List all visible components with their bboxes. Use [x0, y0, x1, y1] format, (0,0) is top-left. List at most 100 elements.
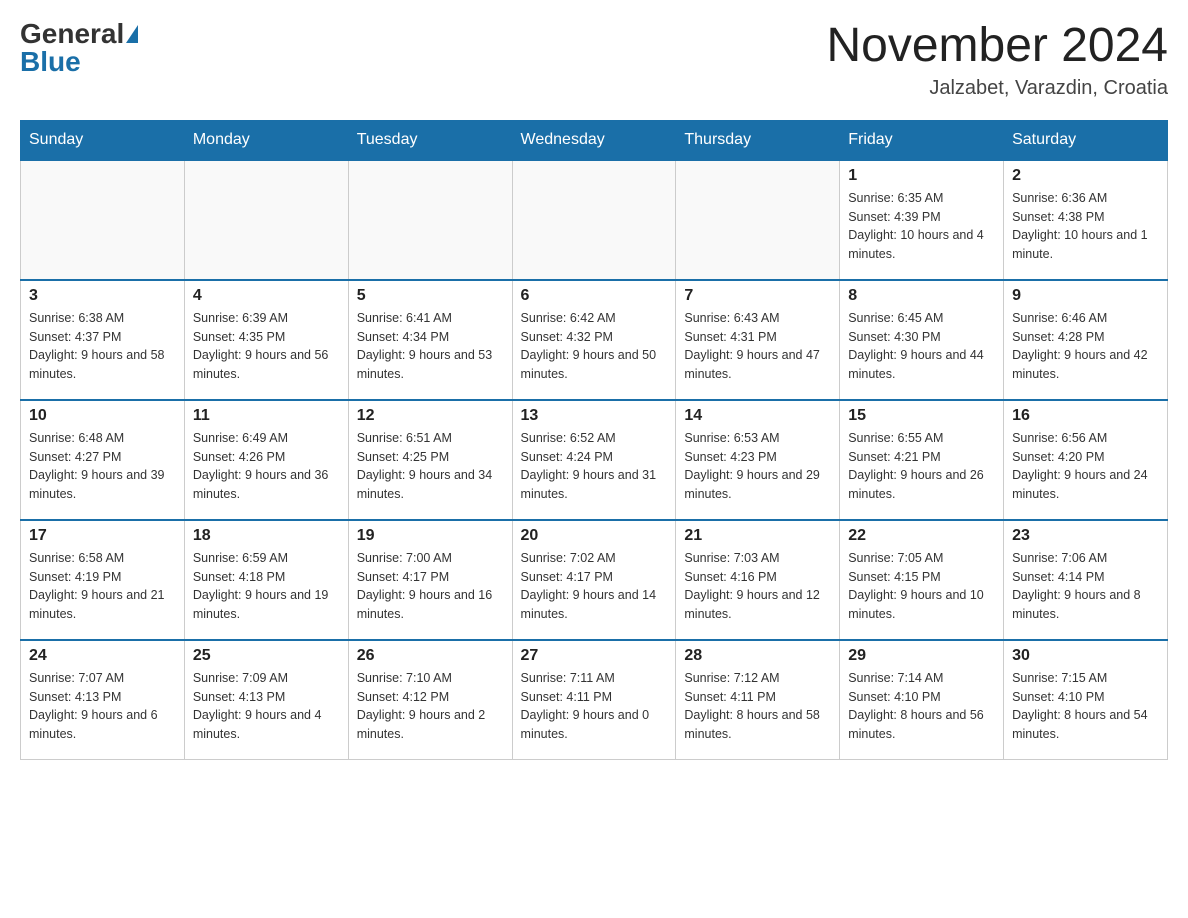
day-info: Sunrise: 7:00 AMSunset: 4:17 PMDaylight:… [357, 551, 493, 621]
calendar-cell-3-7: 16 Sunrise: 6:56 AMSunset: 4:20 PMDaylig… [1004, 400, 1168, 520]
day-number: 11 [193, 407, 340, 425]
day-info: Sunrise: 6:43 AMSunset: 4:31 PMDaylight:… [684, 311, 820, 381]
logo: General Blue [20, 20, 138, 76]
calendar-cell-1-2 [184, 160, 348, 280]
day-info: Sunrise: 7:14 AMSunset: 4:10 PMDaylight:… [848, 671, 984, 741]
calendar-cell-1-3 [348, 160, 512, 280]
week-row-3: 10 Sunrise: 6:48 AMSunset: 4:27 PMDaylig… [21, 400, 1168, 520]
col-monday: Monday [184, 120, 348, 160]
calendar-cell-2-1: 3 Sunrise: 6:38 AMSunset: 4:37 PMDayligh… [21, 280, 185, 400]
week-row-2: 3 Sunrise: 6:38 AMSunset: 4:37 PMDayligh… [21, 280, 1168, 400]
day-info: Sunrise: 6:41 AMSunset: 4:34 PMDaylight:… [357, 311, 493, 381]
calendar-cell-1-7: 2 Sunrise: 6:36 AMSunset: 4:38 PMDayligh… [1004, 160, 1168, 280]
calendar-cell-3-4: 13 Sunrise: 6:52 AMSunset: 4:24 PMDaylig… [512, 400, 676, 520]
week-row-5: 24 Sunrise: 7:07 AMSunset: 4:13 PMDaylig… [21, 640, 1168, 760]
calendar-cell-5-4: 27 Sunrise: 7:11 AMSunset: 4:11 PMDaylig… [512, 640, 676, 760]
calendar-cell-1-6: 1 Sunrise: 6:35 AMSunset: 4:39 PMDayligh… [840, 160, 1004, 280]
day-number: 23 [1012, 527, 1159, 545]
day-info: Sunrise: 6:38 AMSunset: 4:37 PMDaylight:… [29, 311, 165, 381]
calendar-cell-3-3: 12 Sunrise: 6:51 AMSunset: 4:25 PMDaylig… [348, 400, 512, 520]
day-number: 7 [684, 287, 831, 305]
day-info: Sunrise: 6:42 AMSunset: 4:32 PMDaylight:… [521, 311, 657, 381]
title-block: November 2024 Jalzabet, Varazdin, Croati… [826, 20, 1168, 100]
day-number: 17 [29, 527, 176, 545]
day-info: Sunrise: 6:49 AMSunset: 4:26 PMDaylight:… [193, 431, 329, 501]
day-info: Sunrise: 7:10 AMSunset: 4:12 PMDaylight:… [357, 671, 486, 741]
day-info: Sunrise: 6:52 AMSunset: 4:24 PMDaylight:… [521, 431, 657, 501]
location: Jalzabet, Varazdin, Croatia [826, 77, 1168, 100]
day-number: 20 [521, 527, 668, 545]
day-info: Sunrise: 6:53 AMSunset: 4:23 PMDaylight:… [684, 431, 820, 501]
day-number: 26 [357, 647, 504, 665]
day-info: Sunrise: 6:35 AMSunset: 4:39 PMDaylight:… [848, 191, 984, 261]
day-info: Sunrise: 6:59 AMSunset: 4:18 PMDaylight:… [193, 551, 329, 621]
day-info: Sunrise: 6:58 AMSunset: 4:19 PMDaylight:… [29, 551, 165, 621]
day-info: Sunrise: 7:11 AMSunset: 4:11 PMDaylight:… [521, 671, 650, 741]
calendar-header-row: Sunday Monday Tuesday Wednesday Thursday… [21, 120, 1168, 160]
calendar-cell-5-3: 26 Sunrise: 7:10 AMSunset: 4:12 PMDaylig… [348, 640, 512, 760]
calendar-cell-5-2: 25 Sunrise: 7:09 AMSunset: 4:13 PMDaylig… [184, 640, 348, 760]
day-number: 27 [521, 647, 668, 665]
calendar-cell-1-5 [676, 160, 840, 280]
calendar-cell-4-3: 19 Sunrise: 7:00 AMSunset: 4:17 PMDaylig… [348, 520, 512, 640]
calendar-cell-2-7: 9 Sunrise: 6:46 AMSunset: 4:28 PMDayligh… [1004, 280, 1168, 400]
day-info: Sunrise: 7:12 AMSunset: 4:11 PMDaylight:… [684, 671, 820, 741]
day-number: 14 [684, 407, 831, 425]
day-info: Sunrise: 7:02 AMSunset: 4:17 PMDaylight:… [521, 551, 657, 621]
calendar-cell-1-1 [21, 160, 185, 280]
day-number: 21 [684, 527, 831, 545]
day-info: Sunrise: 6:56 AMSunset: 4:20 PMDaylight:… [1012, 431, 1148, 501]
col-wednesday: Wednesday [512, 120, 676, 160]
calendar-cell-2-6: 8 Sunrise: 6:45 AMSunset: 4:30 PMDayligh… [840, 280, 1004, 400]
day-number: 15 [848, 407, 995, 425]
calendar-cell-4-4: 20 Sunrise: 7:02 AMSunset: 4:17 PMDaylig… [512, 520, 676, 640]
calendar-cell-4-5: 21 Sunrise: 7:03 AMSunset: 4:16 PMDaylig… [676, 520, 840, 640]
day-info: Sunrise: 7:03 AMSunset: 4:16 PMDaylight:… [684, 551, 820, 621]
calendar-table: Sunday Monday Tuesday Wednesday Thursday… [20, 120, 1168, 761]
calendar-cell-5-5: 28 Sunrise: 7:12 AMSunset: 4:11 PMDaylig… [676, 640, 840, 760]
calendar-cell-4-2: 18 Sunrise: 6:59 AMSunset: 4:18 PMDaylig… [184, 520, 348, 640]
day-number: 9 [1012, 287, 1159, 305]
day-info: Sunrise: 6:55 AMSunset: 4:21 PMDaylight:… [848, 431, 984, 501]
col-saturday: Saturday [1004, 120, 1168, 160]
calendar-cell-5-6: 29 Sunrise: 7:14 AMSunset: 4:10 PMDaylig… [840, 640, 1004, 760]
logo-triangle-icon [126, 25, 138, 43]
calendar-cell-5-7: 30 Sunrise: 7:15 AMSunset: 4:10 PMDaylig… [1004, 640, 1168, 760]
col-friday: Friday [840, 120, 1004, 160]
day-number: 28 [684, 647, 831, 665]
day-number: 1 [848, 167, 995, 185]
day-number: 10 [29, 407, 176, 425]
logo-general-text: General [20, 20, 124, 48]
calendar-cell-5-1: 24 Sunrise: 7:07 AMSunset: 4:13 PMDaylig… [21, 640, 185, 760]
calendar-cell-2-3: 5 Sunrise: 6:41 AMSunset: 4:34 PMDayligh… [348, 280, 512, 400]
day-number: 13 [521, 407, 668, 425]
day-info: Sunrise: 7:05 AMSunset: 4:15 PMDaylight:… [848, 551, 984, 621]
calendar-cell-4-1: 17 Sunrise: 6:58 AMSunset: 4:19 PMDaylig… [21, 520, 185, 640]
day-info: Sunrise: 6:48 AMSunset: 4:27 PMDaylight:… [29, 431, 165, 501]
day-info: Sunrise: 6:51 AMSunset: 4:25 PMDaylight:… [357, 431, 493, 501]
calendar-cell-3-2: 11 Sunrise: 6:49 AMSunset: 4:26 PMDaylig… [184, 400, 348, 520]
day-number: 22 [848, 527, 995, 545]
col-tuesday: Tuesday [348, 120, 512, 160]
day-number: 29 [848, 647, 995, 665]
day-number: 16 [1012, 407, 1159, 425]
day-info: Sunrise: 7:07 AMSunset: 4:13 PMDaylight:… [29, 671, 158, 741]
day-info: Sunrise: 6:46 AMSunset: 4:28 PMDaylight:… [1012, 311, 1148, 381]
col-thursday: Thursday [676, 120, 840, 160]
calendar-cell-2-5: 7 Sunrise: 6:43 AMSunset: 4:31 PMDayligh… [676, 280, 840, 400]
day-number: 25 [193, 647, 340, 665]
day-info: Sunrise: 7:06 AMSunset: 4:14 PMDaylight:… [1012, 551, 1141, 621]
logo-blue-text: Blue [20, 48, 81, 76]
day-info: Sunrise: 6:45 AMSunset: 4:30 PMDaylight:… [848, 311, 984, 381]
day-info: Sunrise: 6:36 AMSunset: 4:38 PMDaylight:… [1012, 191, 1148, 261]
day-number: 30 [1012, 647, 1159, 665]
day-info: Sunrise: 6:39 AMSunset: 4:35 PMDaylight:… [193, 311, 329, 381]
day-number: 24 [29, 647, 176, 665]
calendar-cell-2-2: 4 Sunrise: 6:39 AMSunset: 4:35 PMDayligh… [184, 280, 348, 400]
day-number: 6 [521, 287, 668, 305]
day-number: 18 [193, 527, 340, 545]
calendar-cell-4-7: 23 Sunrise: 7:06 AMSunset: 4:14 PMDaylig… [1004, 520, 1168, 640]
day-number: 4 [193, 287, 340, 305]
calendar-cell-3-6: 15 Sunrise: 6:55 AMSunset: 4:21 PMDaylig… [840, 400, 1004, 520]
day-number: 2 [1012, 167, 1159, 185]
